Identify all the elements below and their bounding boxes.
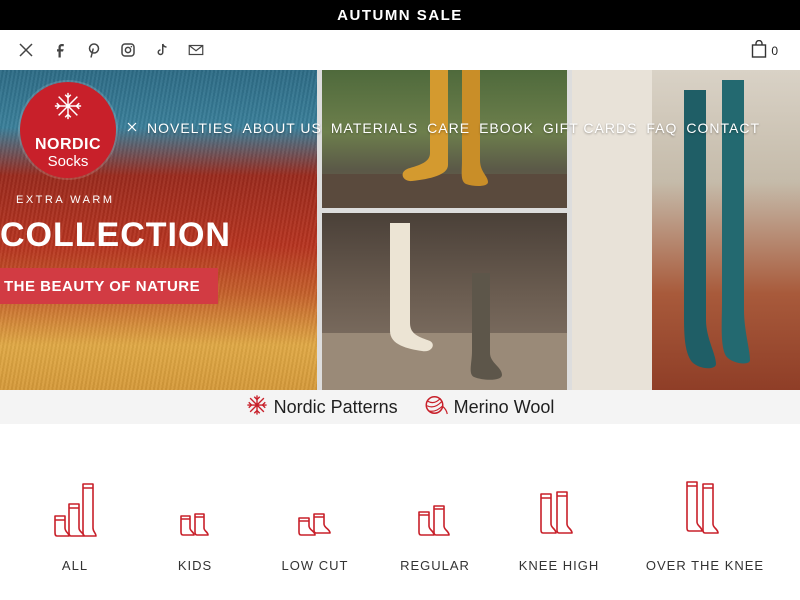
cart-button[interactable]: 0 (751, 39, 778, 61)
pinterest-icon[interactable] (84, 40, 104, 60)
category-label: LOW CUT (281, 558, 349, 573)
tiktok-icon[interactable] (152, 40, 172, 60)
mail-icon[interactable] (186, 40, 206, 60)
socks-regular-icon (417, 468, 453, 538)
instagram-icon[interactable] (118, 40, 138, 60)
socks-over-the-knee-icon (685, 468, 725, 538)
socks-kids-icon (179, 468, 211, 538)
yarn-ball-icon (424, 394, 448, 421)
announcement-bar: AUTUMN SALE (0, 0, 800, 30)
social-bar: 0 (0, 30, 800, 70)
feature-nordic-patterns[interactable]: Nordic Patterns (246, 394, 398, 421)
category-label: OVER THE KNEE (645, 558, 765, 573)
category-all[interactable]: ALL (15, 468, 135, 573)
hero-tagline-band[interactable]: THE BEAUTY OF NATURE (0, 268, 218, 304)
nav-item-gift-cards[interactable]: GIFT CARDS (543, 120, 638, 136)
shopping-bag-icon (751, 39, 767, 61)
nav-item-care[interactable]: CARE (427, 120, 470, 136)
category-kids[interactable]: KIDS (135, 468, 255, 573)
feature-label: Nordic Patterns (273, 396, 398, 417)
category-label: ALL (61, 558, 89, 573)
logo-line-2: Socks (47, 152, 89, 170)
category-grid: ALL KIDS LOW CUT REGULAR KNEE HIGH OVER … (0, 468, 800, 578)
search-icon[interactable] (126, 121, 138, 136)
nav-item-about-us[interactable]: ABOUT US (243, 120, 322, 136)
hero-image-teal-socks (572, 70, 800, 390)
logo-line-1: NORDIC (34, 135, 102, 153)
hero-banner[interactable]: NORDIC Socks NOVELTIES ABOUT US MATERIAL… (0, 70, 800, 390)
category-label: REGULAR (400, 558, 470, 573)
category-knee-high[interactable]: KNEE HIGH (499, 468, 619, 573)
hero-kicker: EXTRA WARM (16, 194, 115, 206)
hero-image-wool-socks (322, 213, 567, 390)
site-logo[interactable]: NORDIC Socks (20, 82, 116, 178)
feature-merino-wool[interactable]: Merino Wool (424, 394, 555, 421)
nav-item-materials[interactable]: MATERIALS (331, 120, 418, 136)
nav-item-ebook[interactable]: EBOOK (479, 120, 534, 136)
facebook-icon[interactable] (50, 40, 70, 60)
x-icon[interactable] (16, 40, 36, 60)
snowflake-icon (246, 394, 268, 421)
category-label: KNEE HIGH (518, 558, 600, 573)
category-label: KIDS (177, 558, 213, 573)
cart-count: 0 (771, 43, 778, 58)
snowflake-logo-icon (52, 91, 84, 126)
category-low-cut[interactable]: LOW CUT (255, 468, 375, 573)
feature-bar: Nordic Patterns Merino Wool (0, 390, 800, 424)
hero-title: COLLECTION (0, 216, 231, 254)
announcement-text: AUTUMN SALE (337, 6, 463, 24)
nav-item-contact[interactable]: CONTACT (686, 120, 760, 136)
hero-tagline: THE BEAUTY OF NATURE (4, 277, 201, 295)
social-links (16, 40, 206, 60)
category-regular[interactable]: REGULAR (375, 468, 495, 573)
socks-all-icon (53, 468, 97, 538)
nav-item-faq[interactable]: FAQ (646, 120, 677, 136)
socks-low-cut-icon (297, 468, 333, 538)
hero-image-yellow-socks (322, 70, 567, 208)
feature-label: Merino Wool (453, 396, 555, 417)
category-over-the-knee[interactable]: OVER THE KNEE (645, 468, 765, 573)
nav-item-novelties[interactable]: NOVELTIES (147, 120, 234, 136)
main-nav: NOVELTIES ABOUT US MATERIALS CARE EBOOK … (126, 120, 760, 136)
socks-knee-high-icon (539, 468, 579, 538)
